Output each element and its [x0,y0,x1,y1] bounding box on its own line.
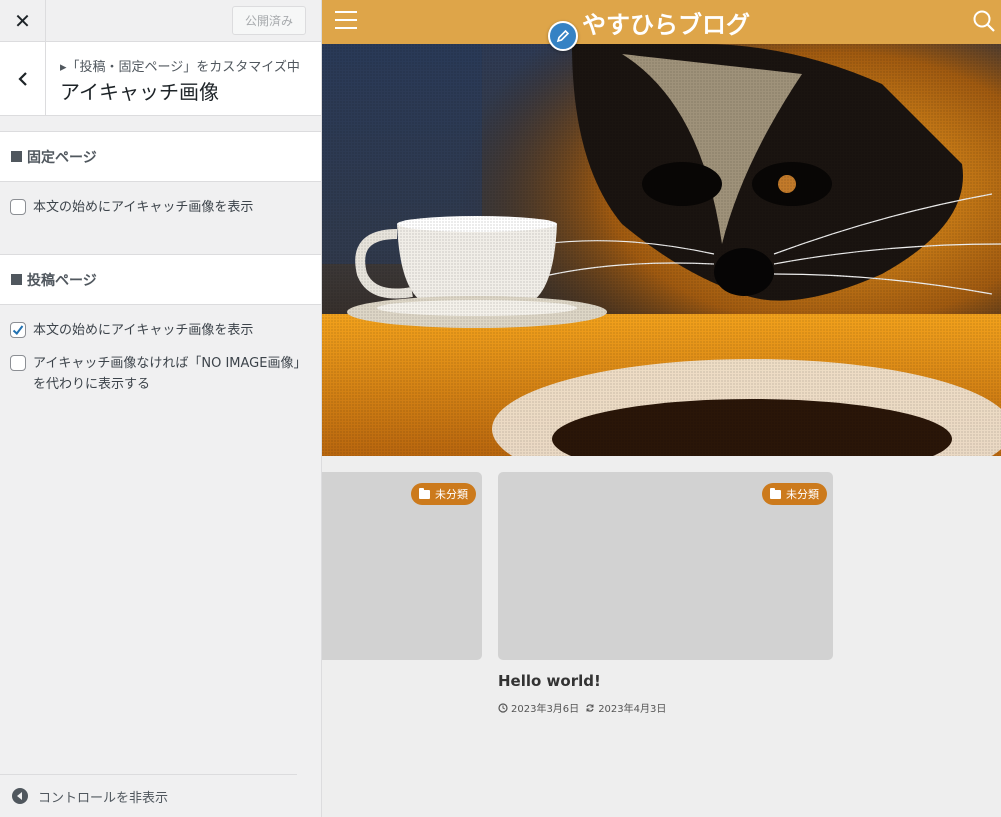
option-label-line1: アイキャッチ画像なければ「NO IMAGE画像」 [33,356,307,371]
option-label: 本文の始めにアイキャッチ画像を表示 [33,323,254,338]
post-card-thumbnail[interactable]: 未分類 [322,472,482,660]
checkmark-icon [12,325,24,335]
updated-date: 2023年4月3日 [598,704,667,715]
back-button[interactable] [0,42,46,115]
publish-button[interactable]: 公開済み [232,6,306,35]
customizer-sidebar: ✕ 公開済み ▸「投稿・固定ページ」をカスタマイズ中 アイキャッチ画像 固定ペー… [0,0,322,817]
category-badge[interactable]: 未分類 [411,483,476,505]
option-label: アイキャッチ画像なければ「NO IMAGE画像」 を代わりに表示する [33,353,306,395]
pencil-icon [556,29,570,43]
hide-controls-button[interactable]: コントロールを非表示 [0,774,297,817]
site-header: やすひらブログ [322,0,1001,44]
section-heading-fixed-page: 固定ページ [0,131,321,182]
category-badge[interactable]: 未分類 [762,483,827,505]
site-title[interactable]: やすひらブログ [582,5,750,40]
close-customizer-button[interactable]: ✕ [0,0,46,42]
hero-image [322,44,1001,456]
published-date: 2023年3月6日 [511,704,580,715]
close-icon: ✕ [14,9,31,33]
post-title[interactable]: Hello world! [498,672,601,690]
site-preview: やすひらブログ 未分類 未分類 Hello world! 2023年3月6日 2… [322,0,1001,817]
checkbox-checked[interactable] [10,322,26,338]
section-heading-label: 固定ページ [27,149,97,166]
breadcrumb: ▸「投稿・固定ページ」をカスタマイズ中 [60,60,300,75]
edit-shortcut-button[interactable] [548,21,578,51]
panel-title-area: ▸「投稿・固定ページ」をカスタマイズ中 アイキャッチ画像 [0,42,321,116]
customizer-header: ✕ 公開済み [0,0,321,42]
square-icon [11,274,22,285]
hamburger-menu-icon[interactable] [335,11,357,31]
category-label: 未分類 [435,488,468,501]
section-heading-label: 投稿ページ [27,272,97,289]
panel-title: アイキャッチ画像 [60,80,219,104]
clock-icon [498,702,508,713]
section-heading-post-page: 投稿ページ [0,254,321,305]
checkbox-unchecked[interactable] [10,355,26,371]
post-meta: 2023年3月6日 2023年4月3日 [498,700,666,715]
refresh-icon [586,703,594,712]
folder-icon [419,487,430,499]
option-page-show-eyecatch[interactable]: 本文の始めにアイキャッチ画像を表示 [10,197,253,218]
option-post-show-eyecatch[interactable]: 本文の始めにアイキャッチ画像を表示 [10,320,253,341]
option-post-no-image[interactable]: アイキャッチ画像なければ「NO IMAGE画像」 を代わりに表示する [10,353,306,395]
chevron-left-icon [17,71,27,86]
option-label: 本文の始めにアイキャッチ画像を表示 [33,200,254,215]
folder-icon [770,487,781,499]
arrow-left-circle-icon [12,788,28,804]
category-label: 未分類 [786,488,819,501]
option-label-line2: を代わりに表示する [33,377,151,392]
search-icon[interactable] [972,9,996,33]
post-card-thumbnail[interactable]: 未分類 [498,472,833,660]
checkbox-unchecked[interactable] [10,199,26,215]
square-icon [11,151,22,162]
hide-controls-label: コントロールを非表示 [38,790,169,806]
